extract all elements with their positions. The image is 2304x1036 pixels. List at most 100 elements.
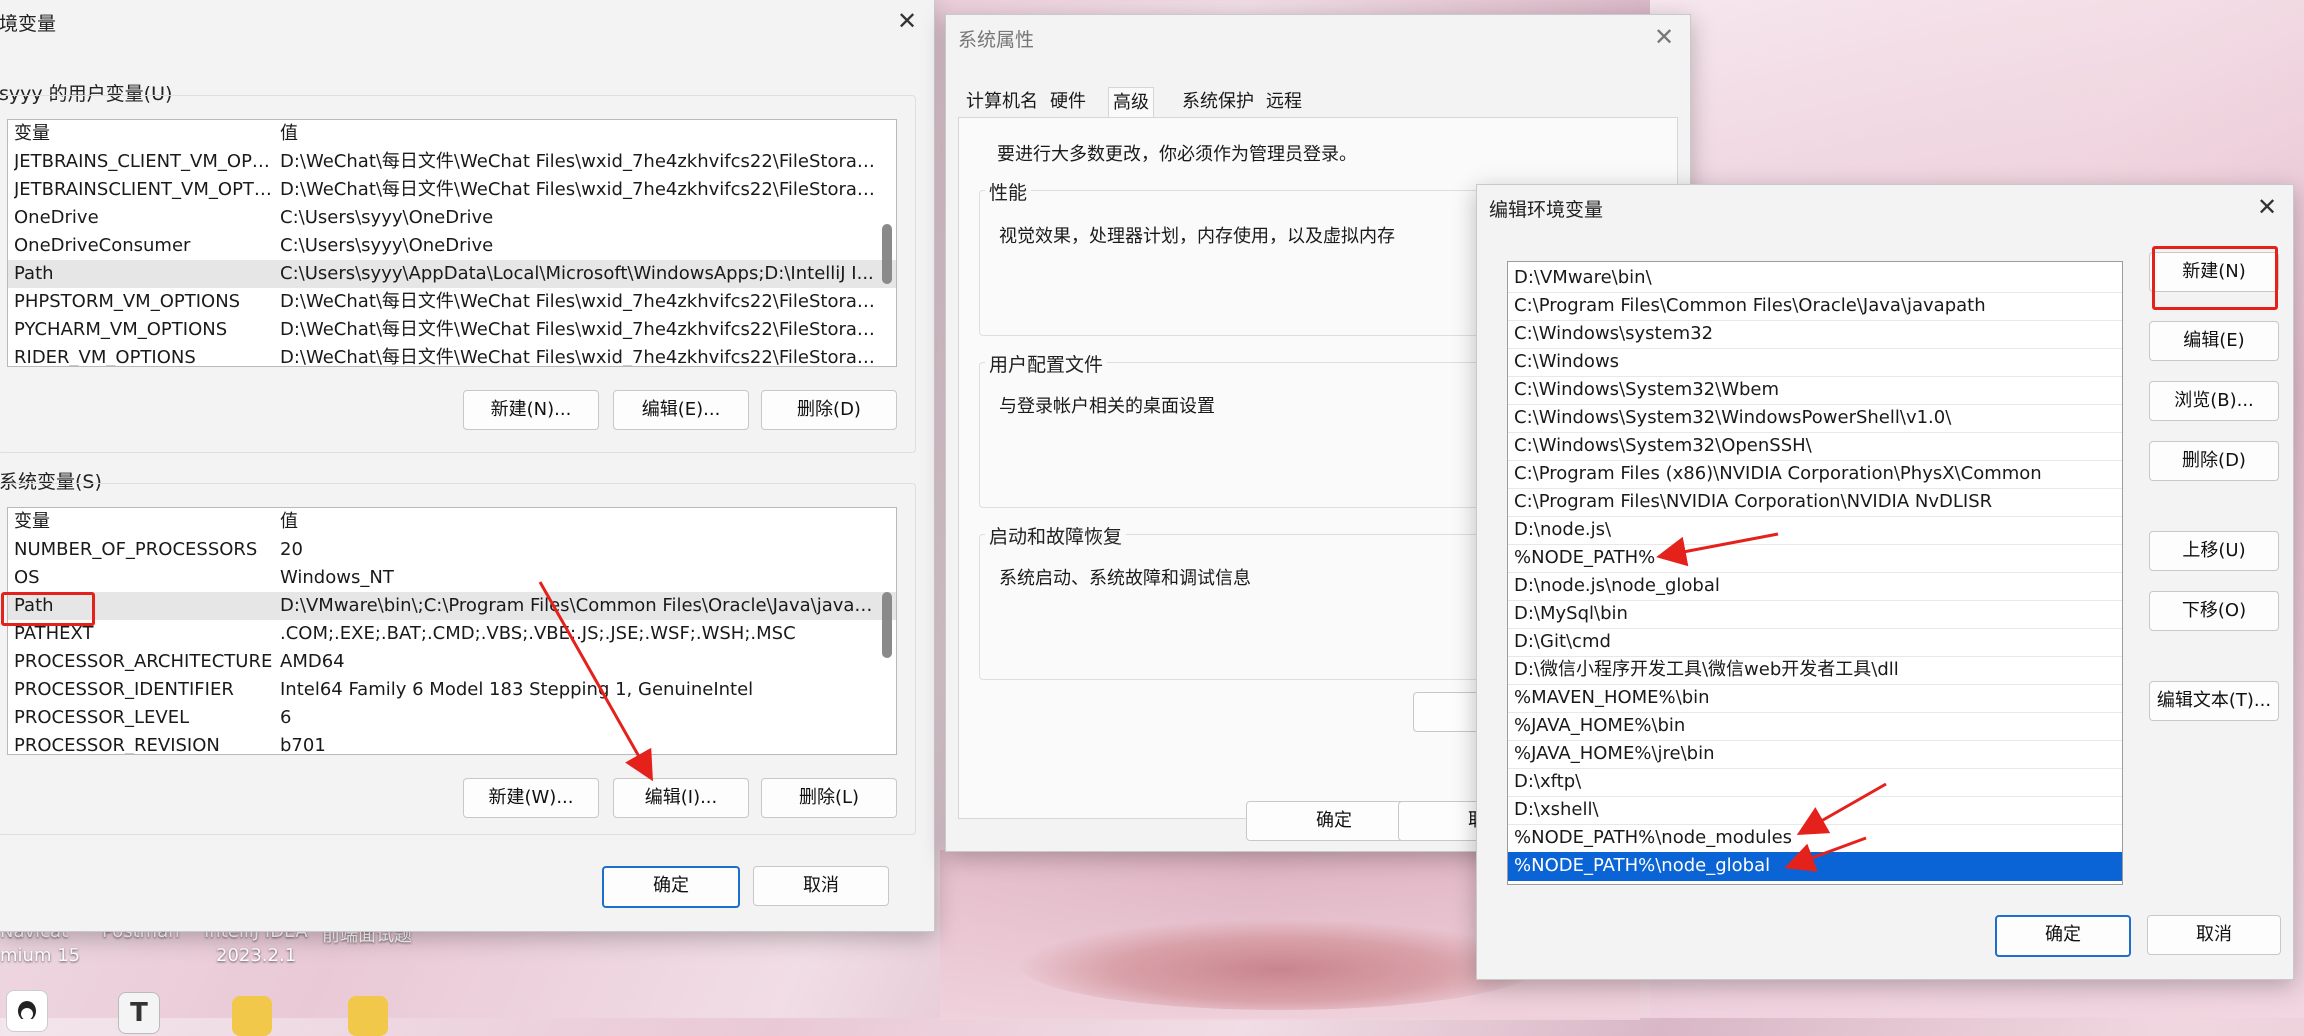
system-new-button[interactable]: 新建(W)...	[463, 778, 599, 818]
ok-button[interactable]: 确定	[1995, 915, 2131, 957]
table-row-selected[interactable]: Path C:\Users\syyy\AppData\Local\Microso…	[8, 260, 896, 288]
variable-name: NUMBER_OF_PROCESSORS	[14, 539, 258, 560]
ok-button[interactable]: 确定	[1246, 801, 1422, 841]
list-item[interactable]: C:\Program Files\NVIDIA Corporation\NVID…	[1508, 488, 2122, 517]
table-row[interactable]: PATHEXT .COM;.EXE;.BAT;.CMD;.VBS;.VBE;.J…	[8, 620, 896, 648]
list-item[interactable]: C:\Windows\System32\WindowsPowerShell\v1…	[1508, 404, 2122, 433]
table-row[interactable]: OS Windows_NT	[8, 564, 896, 592]
qq-icon[interactable]	[6, 990, 48, 1032]
tab-system-protection[interactable]: 系统保护	[1178, 87, 1258, 117]
cancel-button[interactable]: 取消	[753, 866, 889, 906]
scrollbar-thumb[interactable]	[882, 592, 892, 658]
table-row[interactable]: PROCESSOR_ARCHITECTURE AMD64	[8, 648, 896, 676]
list-item[interactable]: C:\Windows	[1508, 348, 2122, 377]
list-item[interactable]: D:\MySql\bin	[1508, 600, 2122, 629]
tab-remote[interactable]: 远程	[1262, 87, 1306, 117]
variable-value: D:\VMware\bin\;C:\Program Files\Common F…	[280, 595, 880, 616]
system-edit-button[interactable]: 编辑(I)...	[613, 778, 749, 818]
table-row[interactable]: RIDER_VM_OPTIONS D:\WeChat\每日文件\WeChat F…	[8, 344, 896, 366]
table-row-selected[interactable]: Path D:\VMware\bin\;C:\Program Files\Com…	[8, 592, 896, 620]
tab-advanced[interactable]: 高级	[1108, 87, 1154, 118]
desktop-icon-idea-label2[interactable]: 2023.2.1	[216, 945, 296, 966]
list-item[interactable]: %JAVA_HOME%\jre\bin	[1508, 740, 2122, 769]
table-row[interactable]: PHPSTORM_VM_OPTIONS D:\WeChat\每日文件\WeCha…	[8, 288, 896, 316]
variable-value: D:\WeChat\每日文件\WeChat Files\wxid_7he4zkh…	[280, 319, 880, 340]
table-row[interactable]: OneDriveConsumer C:\Users\syyy\OneDrive	[8, 232, 896, 260]
list-item[interactable]: D:\xftp\	[1508, 768, 2122, 797]
list-item[interactable]: %JAVA_HOME%\bin	[1508, 712, 2122, 741]
column-header-value[interactable]: 值	[280, 120, 880, 148]
table-row[interactable]: NUMBER_OF_PROCESSORS 20	[8, 536, 896, 564]
variable-value: 20	[280, 539, 303, 560]
edit-text-button[interactable]: 编辑文本(T)...	[2149, 681, 2279, 721]
table-row[interactable]: OneDrive C:\Users\syyy\OneDrive	[8, 204, 896, 232]
list-item[interactable]: C:\Windows\System32\Wbem	[1508, 376, 2122, 405]
close-icon[interactable]: ✕	[1650, 23, 1678, 51]
window-title: 系统属性	[958, 29, 1035, 51]
list-item[interactable]: D:\VMware\bin\	[1508, 264, 2122, 293]
user-delete-button[interactable]: 删除(D)	[761, 390, 897, 430]
list-item[interactable]: C:\Windows\system32	[1508, 320, 2122, 349]
typora-icon[interactable]: T	[118, 992, 160, 1034]
move-up-button[interactable]: 上移(U)	[2149, 531, 2279, 571]
variable-value: Windows_NT	[280, 567, 394, 588]
move-down-button[interactable]: 下移(O)	[2149, 591, 2279, 631]
variable-value: D:\WeChat\每日文件\WeChat Files\wxid_7he4zkh…	[280, 179, 880, 200]
variable-value: C:\Users\syyy\OneDrive	[280, 235, 494, 256]
performance-description: 视觉效果，处理器计划，内存使用，以及虚拟内存	[999, 226, 1395, 247]
system-delete-button[interactable]: 删除(L)	[761, 778, 897, 818]
tab-hardware[interactable]: 硬件	[1046, 87, 1090, 117]
ok-button[interactable]: 确定	[602, 866, 740, 908]
table-row[interactable]: PYCHARM_VM_OPTIONS D:\WeChat\每日文件\WeChat…	[8, 316, 896, 344]
list-item[interactable]: C:\Windows\System32\OpenSSH\	[1508, 432, 2122, 461]
close-icon[interactable]: ✕	[2253, 193, 2281, 221]
table-header: 变量 值	[8, 508, 896, 536]
list-item-selected[interactable]: %NODE_PATH%\node_global	[1508, 852, 2122, 881]
env-variables-window: 境变量 ✕ syyy 的用户变量(U) 变量 值 JETBRAINS_CLIEN…	[0, 0, 935, 932]
list-item[interactable]: D:\Git\cmd	[1508, 628, 2122, 657]
new-button[interactable]: 新建(N)	[2149, 252, 2279, 292]
startup-recovery-description: 系统启动、系统故障和调试信息	[999, 568, 1251, 589]
list-item[interactable]: D:\xshell\	[1508, 796, 2122, 825]
system-variables-table[interactable]: 变量 值 NUMBER_OF_PROCESSORS 20 OS Windows_…	[7, 507, 897, 755]
variable-value: Intel64 Family 6 Model 183 Stepping 1, G…	[280, 679, 754, 700]
performance-label: 性能	[985, 178, 1032, 205]
variable-name: PATHEXT	[14, 623, 94, 644]
column-header-variable[interactable]: 变量	[14, 120, 274, 148]
list-item[interactable]: C:\Program Files\Common Files\Oracle\Jav…	[1508, 292, 2122, 321]
table-row[interactable]: PROCESSOR_IDENTIFIER Intel64 Family 6 Mo…	[8, 676, 896, 704]
folder-icon[interactable]	[232, 996, 272, 1036]
delete-button[interactable]: 删除(D)	[2149, 441, 2279, 481]
user-edit-button[interactable]: 编辑(E)...	[613, 390, 749, 430]
list-item[interactable]: %MAVEN_HOME%\bin	[1508, 684, 2122, 713]
variable-name: PROCESSOR_IDENTIFIER	[14, 679, 234, 700]
variable-name: OneDriveConsumer	[14, 235, 191, 256]
table-row[interactable]: PROCESSOR_LEVEL 6	[8, 704, 896, 732]
user-new-button[interactable]: 新建(N)...	[463, 390, 599, 430]
column-header-variable[interactable]: 变量	[14, 508, 274, 536]
list-item[interactable]: D:\node.js\	[1508, 516, 2122, 545]
titlebar: 编辑环境变量 ✕	[1477, 185, 2293, 229]
scrollbar-thumb[interactable]	[882, 224, 892, 284]
list-item[interactable]: %NODE_PATH%	[1508, 544, 2122, 573]
table-row[interactable]: JETBRAINSCLIENT_VM_OPTI... D:\WeChat\每日文…	[8, 176, 896, 204]
browse-button[interactable]: 浏览(B)...	[2149, 381, 2279, 421]
user-variables-table[interactable]: 变量 值 JETBRAINS_CLIENT_VM_OPT... D:\WeCha…	[7, 119, 897, 367]
table-row[interactable]: JETBRAINS_CLIENT_VM_OPT... D:\WeChat\每日文…	[8, 148, 896, 176]
close-icon[interactable]: ✕	[893, 7, 921, 35]
variable-value: b701	[280, 735, 326, 755]
column-header-value[interactable]: 值	[280, 508, 880, 536]
list-item[interactable]: C:\Program Files (x86)\NVIDIA Corporatio…	[1508, 460, 2122, 489]
folder-icon[interactable]	[348, 996, 388, 1036]
list-item[interactable]: %NODE_PATH%\node_modules	[1508, 824, 2122, 853]
edit-button[interactable]: 编辑(E)	[2149, 321, 2279, 361]
cancel-button[interactable]: 取消	[2147, 915, 2281, 955]
table-header: 变量 值	[8, 120, 896, 148]
table-row[interactable]: PROCESSOR_REVISION b701	[8, 732, 896, 755]
tab-computer-name[interactable]: 计算机名	[962, 87, 1042, 117]
path-entries-list[interactable]: D:\VMware\bin\ C:\Program Files\Common F…	[1507, 261, 2123, 885]
list-item[interactable]: D:\node.js\node_global	[1508, 572, 2122, 601]
variable-name: JETBRAINSCLIENT_VM_OPTI...	[14, 179, 276, 200]
desktop-icon-navicat-label2[interactable]: mium 15	[0, 945, 80, 966]
list-item[interactable]: D:\微信小程序开发工具\微信web开发者工具\dll	[1508, 656, 2122, 685]
